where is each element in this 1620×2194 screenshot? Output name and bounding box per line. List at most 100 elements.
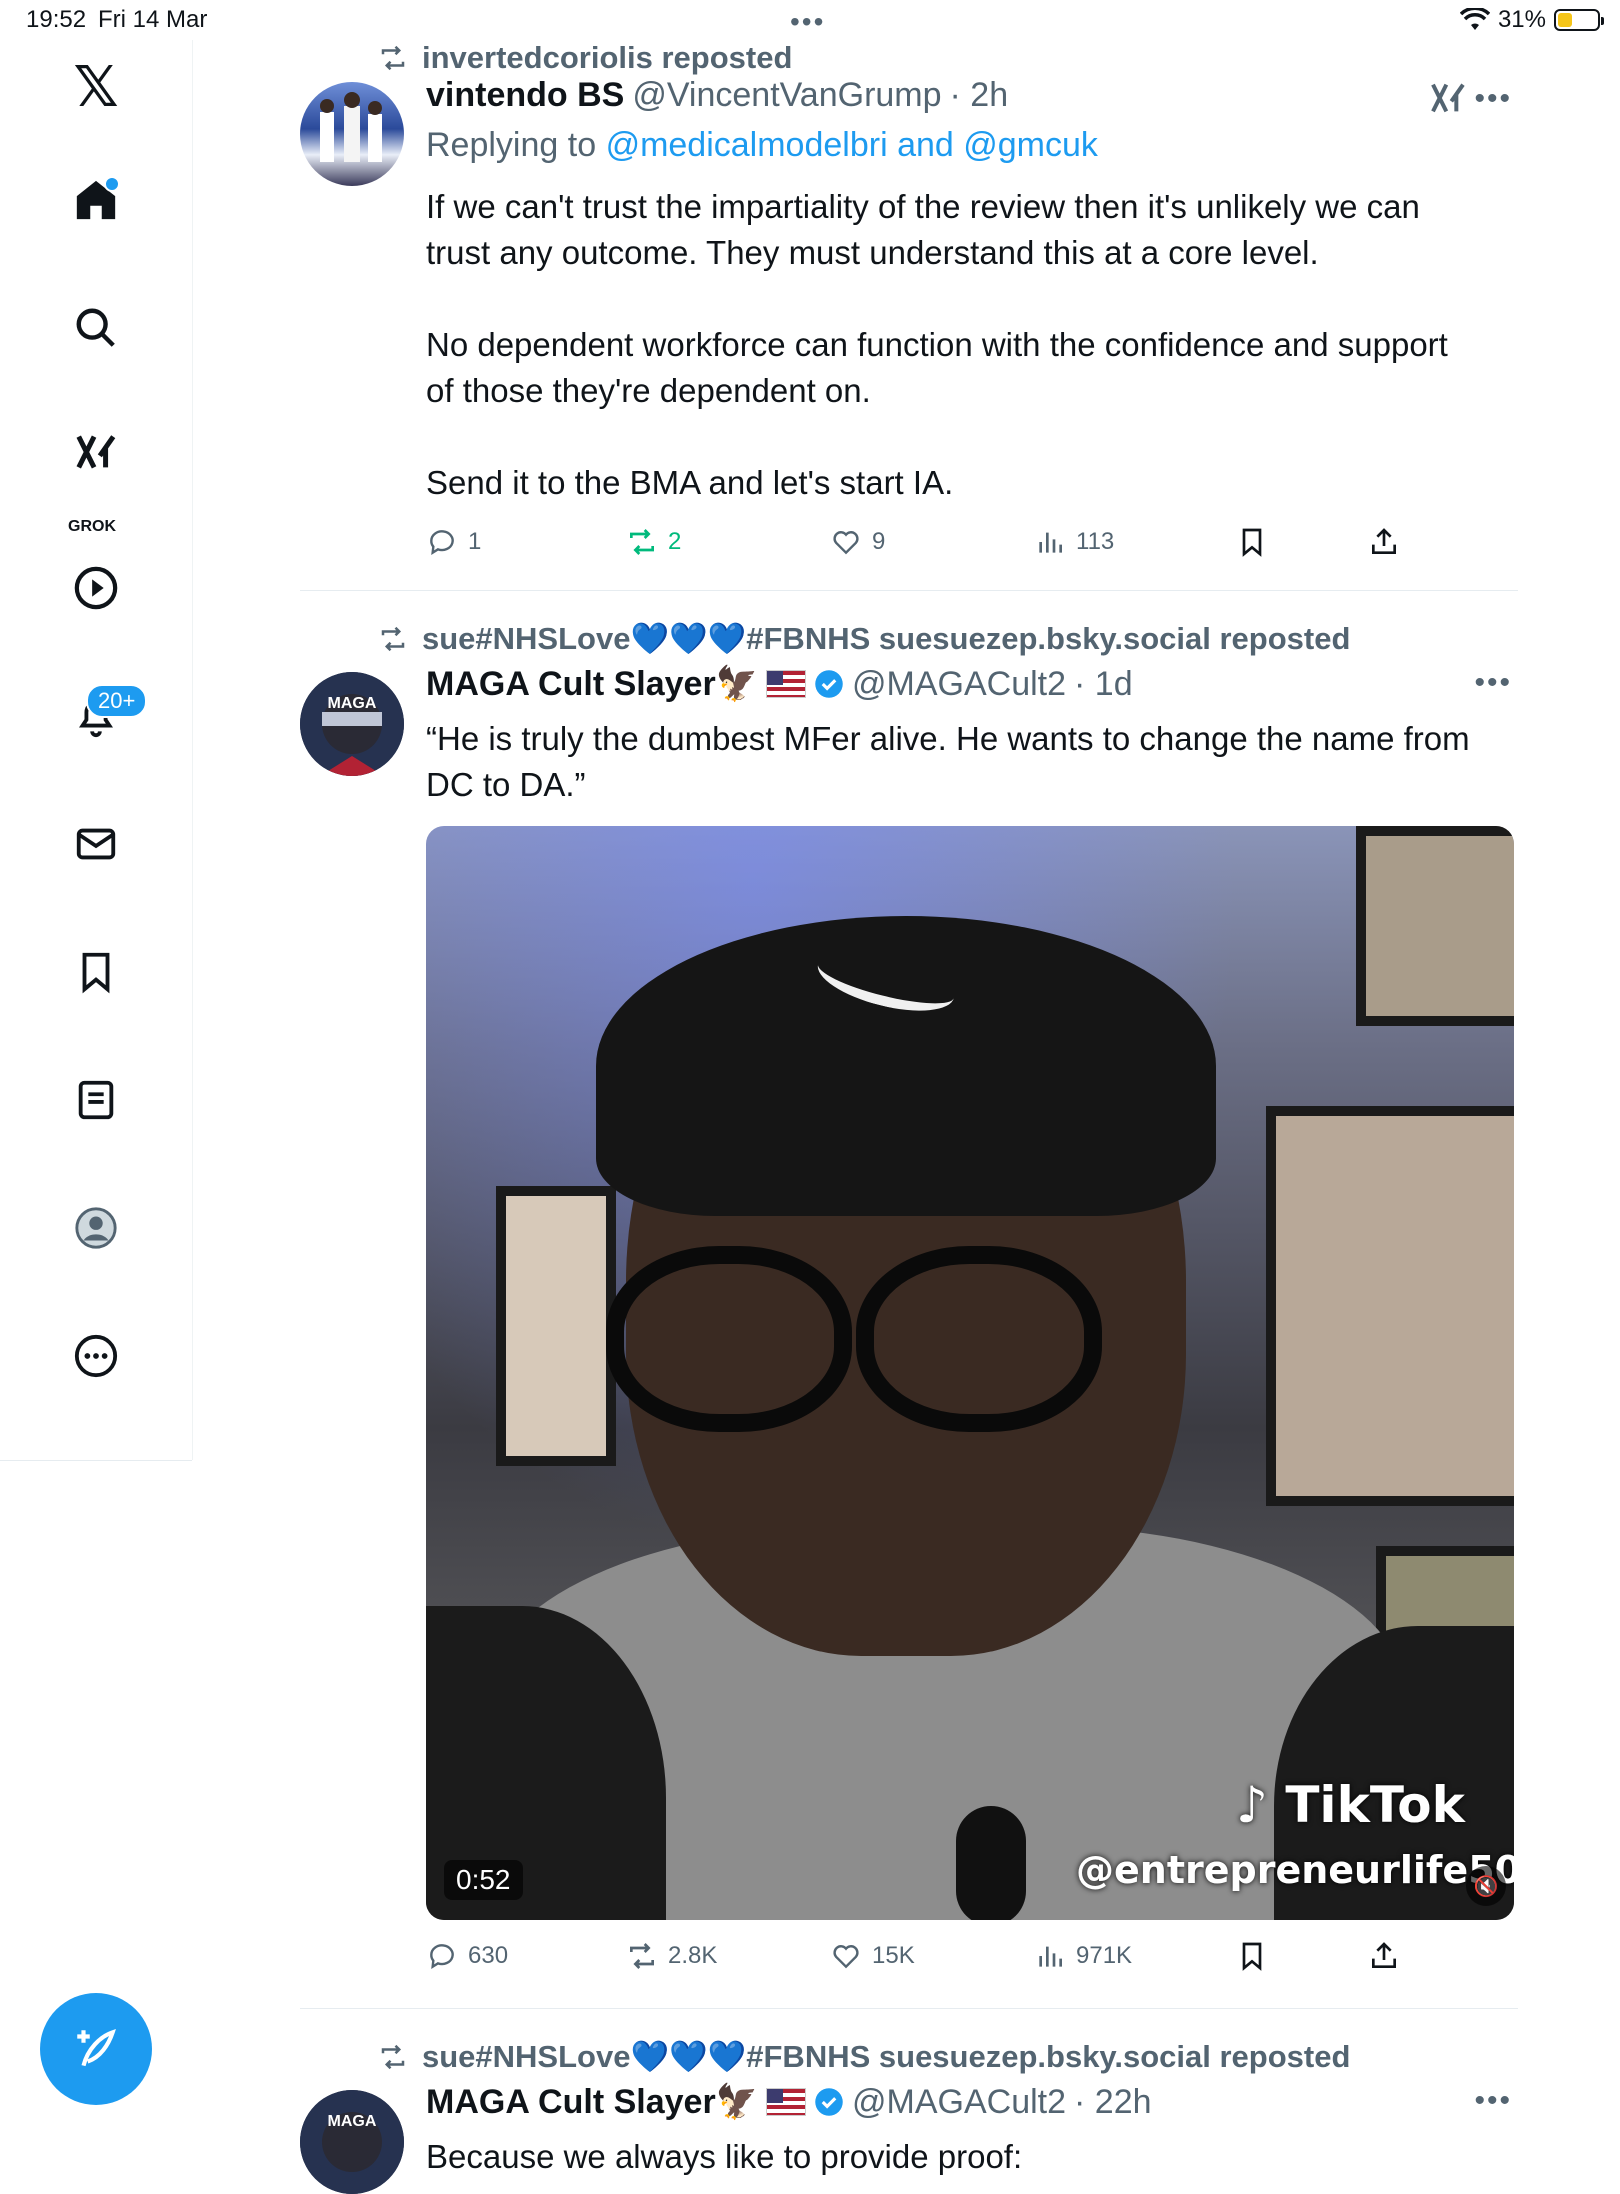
- views-chart-icon: [1039, 532, 1062, 553]
- verified-badge-icon[interactable]: [814, 669, 844, 699]
- repost-by[interactable]: invertedcoriolis reposted: [422, 40, 792, 76]
- reply-icon: [430, 530, 454, 555]
- like-button[interactable]: 9: [830, 526, 885, 558]
- tiktok-watermark: ♪ TikTok: [1236, 1776, 1465, 1834]
- repost-by[interactable]: sue#NHSLove💙💙💙#FBNHS suesuezep.bsky.soci…: [422, 620, 1350, 657]
- author-handle[interactable]: @MAGACult2: [852, 665, 1066, 704]
- avatar[interactable]: MAGA: [300, 672, 404, 776]
- wall-frame: [1356, 826, 1514, 1026]
- status-bar: 19:52 Fri 14 Mar ••• 31%: [0, 0, 1620, 40]
- reply-button[interactable]: 630: [426, 1940, 508, 1972]
- reply-count: 630: [468, 1942, 509, 1969]
- video-icon[interactable]: [70, 562, 122, 614]
- status-right: 31%: [1459, 6, 1604, 34]
- profile-icon[interactable]: [70, 1202, 122, 1254]
- tweet-header: MAGA Cult Slayer🦅 @MAGACult2 · 22h: [426, 2082, 1152, 2122]
- battery-icon: [1554, 9, 1604, 31]
- post-time[interactable]: · 1d: [1074, 665, 1133, 704]
- bookmark-button[interactable]: [1236, 1940, 1268, 1972]
- text-line: trust any outcome. They must understand …: [426, 234, 1319, 271]
- compose-post-button[interactable]: [40, 1993, 152, 2105]
- tiktok-handle: @entrepreneurlife501: [1076, 1848, 1514, 1892]
- mute-icon[interactable]: 🔇: [1466, 1866, 1506, 1906]
- like-count: 9: [872, 528, 886, 555]
- author-handle[interactable]: @VincentVanGrump: [632, 76, 941, 115]
- text-line: DC to DA.”: [426, 766, 586, 803]
- share-button[interactable]: [1368, 1940, 1400, 1972]
- tweet-text: Because we always like to provide proof:: [426, 2134, 1516, 2180]
- more-menu-icon[interactable]: •••: [1474, 666, 1512, 700]
- glasses: [606, 1246, 852, 1432]
- replying-prefix: Replying to: [426, 126, 597, 164]
- replying-to-link[interactable]: @medicalmodelbri and @gmcuk: [606, 126, 1098, 164]
- us-flag-icon: [766, 2088, 807, 2116]
- more-menu-icon[interactable]: •••: [1474, 2084, 1512, 2118]
- view-count: 113: [1076, 528, 1115, 555]
- grok-explain-icon[interactable]: [1428, 78, 1468, 123]
- video-player[interactable]: 0:52 ♪ TikTok @entrepreneurlife501 🔇: [426, 826, 1514, 1920]
- divider: [300, 2008, 1518, 2009]
- x-logo-icon[interactable]: 𝕏: [70, 60, 122, 116]
- wall-frame: [1266, 1106, 1514, 1506]
- more-options-icon[interactable]: [70, 1330, 122, 1382]
- avatar[interactable]: [300, 82, 404, 186]
- tiktok-brand: TikTok: [1285, 1776, 1465, 1834]
- repost-button[interactable]: 2.8K: [626, 1940, 717, 1972]
- repost-button[interactable]: 2: [626, 526, 681, 558]
- search-icon[interactable]: [70, 302, 122, 354]
- tweet-actions: 630 2.8K 15K 971K: [426, 1940, 1516, 1980]
- text-line: Because we always like to provide proof:: [426, 2138, 1023, 2175]
- repost-count: 2.8K: [668, 1942, 718, 1969]
- sidebar: 𝕏 GROK 20+: [0, 40, 193, 1461]
- tweet-text: If we can't trust the impartiality of th…: [426, 184, 1516, 506]
- home-unread-dot: [104, 176, 120, 192]
- views-button[interactable]: 113: [1034, 526, 1114, 558]
- repost-indicator: invertedcoriolis reposted: [378, 40, 792, 76]
- repost-indicator: sue#NHSLove💙💙💙#FBNHS suesuezep.bsky.soci…: [378, 620, 1350, 657]
- author-name[interactable]: MAGA Cult Slayer🦅: [426, 664, 758, 704]
- repost-icon: [630, 1943, 654, 1969]
- heart-icon: [833, 531, 859, 555]
- share-button[interactable]: [1368, 526, 1400, 558]
- microphone: [956, 1806, 1026, 1920]
- bookmarks-icon[interactable]: [70, 946, 122, 998]
- author-name[interactable]: vintendo BS: [426, 76, 624, 115]
- repost-indicator: sue#NHSLove💙💙💙#FBNHS suesuezep.bsky.soci…: [378, 2038, 1350, 2075]
- notifications-badge: 20+: [86, 684, 148, 718]
- tweet-text: “He is truly the dumbest MFer alive. He …: [426, 716, 1516, 808]
- grok-icon[interactable]: [70, 426, 122, 478]
- heart-icon: [833, 1945, 859, 1969]
- avatar[interactable]: MAGA: [300, 2090, 404, 2194]
- author-handle[interactable]: @MAGACult2: [852, 2083, 1066, 2122]
- text-line: of those they're dependent on.: [426, 372, 871, 409]
- verified-badge-icon[interactable]: [814, 2087, 844, 2117]
- text-line: Send it to the BMA and let's start IA.: [426, 464, 954, 501]
- more-menu-icon[interactable]: •••: [1474, 82, 1512, 116]
- views-button[interactable]: 971K: [1034, 1940, 1132, 1972]
- lists-icon[interactable]: [70, 1074, 122, 1126]
- tweet-actions: 1 2 9 113: [426, 526, 1516, 566]
- us-flag-icon: [766, 670, 807, 698]
- post-time[interactable]: · 2h: [950, 76, 1009, 115]
- reply-button[interactable]: 1: [426, 526, 481, 558]
- bookmark-button[interactable]: [1236, 526, 1268, 558]
- wifi-icon: [1459, 8, 1490, 30]
- reply-icon: [430, 1944, 454, 1969]
- post-time[interactable]: · 22h: [1074, 2083, 1152, 2122]
- glasses: [856, 1246, 1102, 1432]
- text-line: No dependent workforce can function with…: [426, 326, 1448, 363]
- battery-percent: 31%: [1497, 6, 1546, 33]
- video-duration: 0:52: [444, 1860, 523, 1900]
- home-icon[interactable]: [70, 174, 122, 226]
- like-button[interactable]: 15K: [830, 1940, 915, 1972]
- repost-count: 2: [668, 528, 682, 555]
- tweet-header: vintendo BS @VincentVanGrump · 2h: [426, 76, 1008, 115]
- repost-by[interactable]: sue#NHSLove💙💙💙#FBNHS suesuezep.bsky.soci…: [422, 2038, 1350, 2075]
- messages-icon[interactable]: [70, 818, 122, 870]
- author-name[interactable]: MAGA Cult Slayer🦅: [426, 2082, 758, 2122]
- text-line: If we can't trust the impartiality of th…: [426, 188, 1420, 225]
- replying-to: Replying to @medicalmodelbri and @gmcuk: [426, 126, 1098, 165]
- repost-icon: [381, 626, 405, 651]
- repost-icon: [381, 45, 405, 71]
- multitasking-dots-icon[interactable]: •••: [790, 6, 825, 38]
